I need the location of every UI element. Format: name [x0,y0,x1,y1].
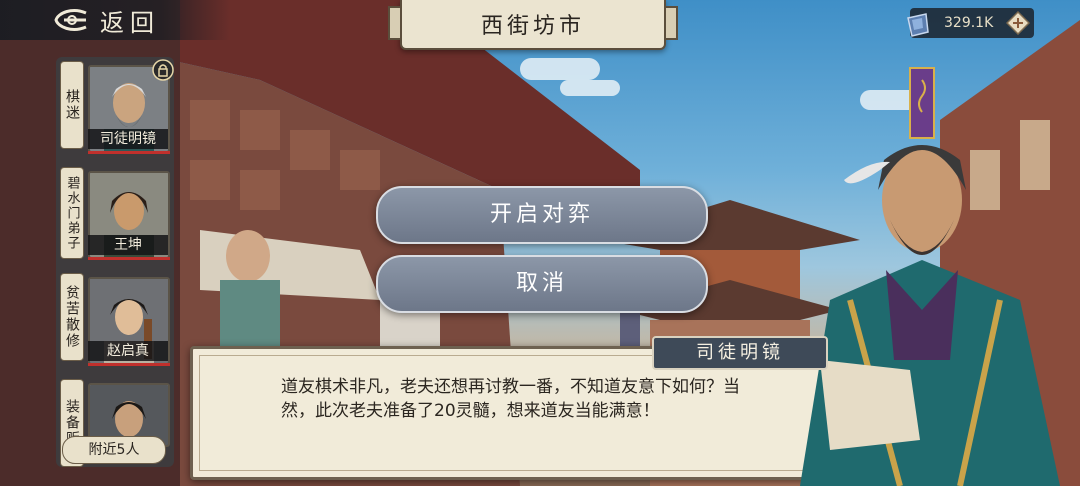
cancel-button[interactable]: 取消 [376,255,708,313]
lock-icon [152,59,174,81]
currency-display: 329.1K [907,8,1034,38]
speaker-name-plate: 司徒明镜 [652,336,828,370]
npc-health-bar [88,363,170,366]
npc-tag: 贫苦散修 [60,273,84,361]
npc-tag: 碧水门弟子 [60,167,84,259]
back-label: 返回 [100,8,160,37]
npc-entry[interactable]: 棋迷 司徒明镜 [60,57,174,155]
nearby-count-button[interactable]: 附近5人 [62,436,166,464]
back-arrow-icon [54,9,87,31]
nearby-npc-list: 棋迷 司徒明镜 碧水门弟子 王坤 贫苦散修 赵启真 装备贩 [56,57,174,467]
location-title-plate: 西街坊市 [388,0,678,50]
npc-name: 赵启真 [88,341,168,361]
npc-entry[interactable]: 贫苦散修 赵启真 [60,269,170,367]
currency-value: 329.1K [944,15,994,31]
npc-name: 王坤 [88,235,168,255]
start-match-button[interactable]: 开启对弈 [376,186,708,244]
npc-name: 司徒明镜 [88,129,168,149]
back-button[interactable]: 返回 [0,0,230,40]
npc-tag: 棋迷 [60,61,84,149]
npc-health-bar [88,151,170,154]
npc-entry[interactable]: 碧水门弟子 王坤 [60,163,170,261]
speaker-character-portrait [800,67,1060,486]
location-title: 西街坊市 [480,14,585,39]
npc-health-bar [88,257,170,260]
spirit-gem-icon [907,13,929,37]
plus-diamond-icon[interactable] [1006,11,1030,35]
dialog-text: 道友棋术非凡，老夫还想再讨教一番，不知道友意下如何？当然，此次老夫准备了20灵髓… [281,377,740,421]
